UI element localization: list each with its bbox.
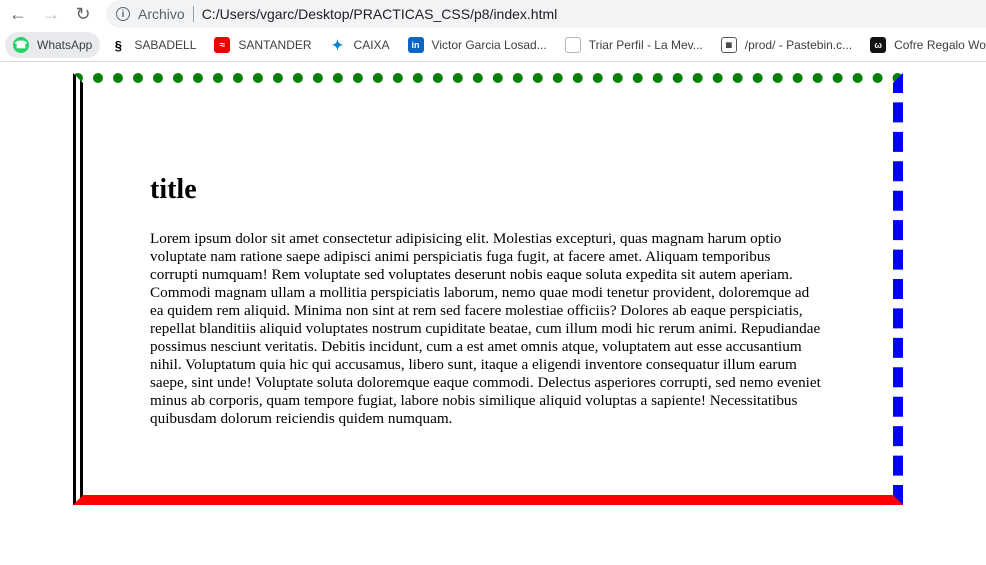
triar-icon bbox=[564, 37, 581, 53]
browser-toolbar: ← → ↻ i Archivo C:/Users/vgarc/Desktop/P… bbox=[0, 0, 986, 28]
bookmark-triar-perfil[interactable]: Triar Perfil - La Mev... bbox=[557, 32, 711, 58]
arrow-left-icon: ← bbox=[9, 4, 27, 24]
bookmark-label: /prod/ - Pastebin.c... bbox=[744, 38, 853, 52]
arrow-right-icon: → bbox=[42, 4, 60, 24]
pastebin-icon: ▦ bbox=[720, 37, 737, 53]
bookmark-label: Cofre Regalo Wond... bbox=[894, 38, 986, 52]
bookmark-label: Victor Garcia Losad... bbox=[431, 38, 547, 52]
info-icon[interactable]: i bbox=[116, 7, 130, 21]
bookmark-whatsapp[interactable]: ☎ WhatsApp bbox=[5, 32, 101, 58]
lorem-paragraph: Lorem ipsum dolor sit amet consectetur a… bbox=[150, 230, 821, 427]
security-label: Archivo bbox=[138, 6, 185, 22]
reload-icon: ↻ bbox=[75, 4, 91, 24]
caixa-icon: ✦ bbox=[329, 37, 346, 53]
bookmark-label: WhatsApp bbox=[37, 38, 93, 52]
sabadell-icon: § bbox=[110, 37, 127, 53]
reload-button[interactable]: ↻ bbox=[71, 3, 95, 25]
url-text[interactable]: C:/Users/vgarc/Desktop/PRACTICAS_CSS/p8/… bbox=[202, 6, 558, 22]
bookmark-label: SANTANDER bbox=[238, 38, 312, 52]
address-bar[interactable]: i Archivo C:/Users/vgarc/Desktop/PRACTIC… bbox=[106, 0, 986, 28]
santander-icon: ≈ bbox=[214, 37, 231, 53]
forward-button[interactable]: → bbox=[39, 3, 63, 25]
bordered-box: title Lorem ipsum dolor sit amet consect… bbox=[73, 73, 903, 505]
bookmark-pastebin[interactable]: ▦ /prod/ - Pastebin.c... bbox=[713, 32, 860, 58]
cofre-icon: ω bbox=[870, 37, 887, 53]
page-title: title bbox=[150, 174, 197, 205]
bookmark-label: SABADELL bbox=[134, 38, 197, 52]
bookmark-caixa[interactable]: ✦ CAIXA bbox=[322, 32, 398, 58]
content-inner: title Lorem ipsum dolor sit amet consect… bbox=[150, 173, 822, 428]
linkedin-icon: in bbox=[407, 37, 424, 53]
bookmarks-bar: ☎ WhatsApp § SABADELL ≈ SANTANDER ✦ CAIX… bbox=[0, 29, 986, 62]
bookmark-label: CAIXA bbox=[353, 38, 390, 52]
back-button[interactable]: ← bbox=[6, 3, 30, 25]
bookmark-label: Triar Perfil - La Mev... bbox=[588, 38, 703, 52]
bookmark-cofre-regalo[interactable]: ω Cofre Regalo Wond... bbox=[862, 32, 986, 58]
bookmark-linkedin[interactable]: in Victor Garcia Losad... bbox=[400, 32, 555, 58]
whatsapp-icon: ☎ bbox=[13, 37, 29, 53]
bookmark-santander[interactable]: ≈ SANTANDER bbox=[206, 32, 319, 58]
omnibox-divider bbox=[192, 6, 194, 22]
bookmark-sabadell[interactable]: § SABADELL bbox=[102, 32, 204, 58]
